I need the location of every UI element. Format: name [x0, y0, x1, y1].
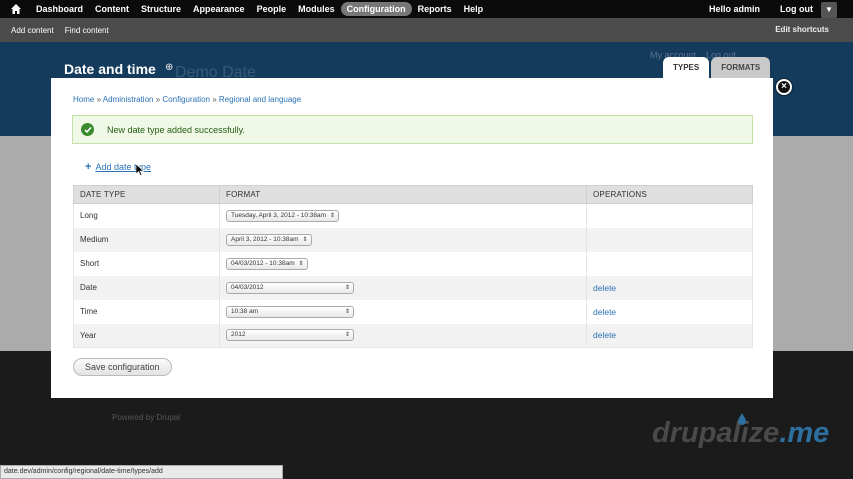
column-header-format: FORMAT [219, 185, 587, 204]
shortcut-add-content[interactable]: Add content [11, 26, 54, 35]
format-select[interactable]: 10:38 am ⇕ [226, 305, 354, 318]
format-select[interactable]: Tuesday, April 3, 2012 - 10:38am ⇕ [226, 209, 340, 222]
menu-item-configuration[interactable]: Configuration [340, 2, 412, 16]
menu-item-reports[interactable]: Reports [412, 2, 458, 16]
shortcuts-bar: Add content Find content Edit shortcuts [0, 18, 853, 42]
date-type-cell: Short [73, 251, 220, 276]
shortcut-find-content[interactable]: Find content [65, 26, 109, 35]
table-row: Time 10:38 am ⇕ delete [73, 299, 753, 324]
menu-item-content[interactable]: Content [89, 2, 135, 16]
breadcrumb-administration[interactable]: Administration [103, 95, 154, 104]
status-message-text: New date type added successfully. [107, 124, 245, 135]
menu-item-dashboard[interactable]: Dashboard [30, 2, 89, 16]
format-select[interactable]: 04/03/2012 ⇕ [226, 281, 354, 294]
format-select[interactable]: April 3, 2012 - 10:38am ⇕ [226, 233, 312, 246]
mouse-cursor-icon [136, 164, 144, 176]
page-title: Date and time [64, 61, 156, 77]
select-arrows-icon: ⇕ [344, 284, 350, 291]
powered-by-text: Powered by Drupal [112, 413, 181, 422]
table-row: Medium April 3, 2012 - 10:38am ⇕ [73, 227, 753, 252]
save-configuration-button[interactable]: Save configuration [73, 358, 172, 376]
table-row: Date 04/03/2012 ⇕ delete [73, 275, 753, 300]
status-message: New date type added successfully. [72, 115, 753, 144]
menu-item-people[interactable]: People [251, 2, 293, 16]
chevron-down-icon: ▼ [825, 5, 833, 14]
plus-icon: + [85, 161, 92, 173]
admin-toolbar: Dashboard Content Structure Appearance P… [0, 0, 853, 18]
delete-link[interactable]: delete [593, 307, 616, 317]
select-arrows-icon: ⇕ [344, 308, 350, 315]
format-select[interactable]: 2012 ⇕ [226, 329, 354, 342]
tab-types[interactable]: TYPES [663, 57, 710, 78]
delete-link[interactable]: delete [593, 283, 616, 293]
table-row: Long Tuesday, April 3, 2012 - 10:38am ⇕ [73, 203, 753, 228]
overlay-dialog: Home » Administration » Configuration » … [51, 78, 773, 398]
edit-shortcuts-link[interactable]: Edit shortcuts [775, 25, 829, 34]
select-arrows-icon: ⇕ [330, 212, 336, 219]
select-arrows-icon: ⇕ [302, 236, 308, 243]
date-type-cell: Medium [73, 227, 220, 252]
add-shortcut-icon[interactable]: ⊕ [165, 62, 173, 73]
drop-icon [738, 413, 746, 425]
tab-formats[interactable]: FORMATS [711, 57, 771, 78]
table-row: Year 2012 ⇕ delete [73, 323, 753, 348]
date-type-cell: Date [73, 275, 220, 300]
close-icon[interactable]: × [776, 79, 792, 95]
toolbar-logout-link[interactable]: Log out [780, 4, 813, 14]
breadcrumb-home[interactable]: Home [73, 95, 94, 104]
select-arrows-icon: ⇕ [344, 332, 350, 339]
admin-menu: Dashboard Content Structure Appearance P… [30, 0, 489, 18]
date-type-cell: Year [73, 323, 220, 348]
browser-status-bar: date.dev/admin/config/regional/date-time… [0, 465, 283, 479]
menu-item-help[interactable]: Help [458, 2, 490, 16]
greeting-link[interactable]: Hello admin [709, 4, 760, 14]
format-select[interactable]: 04/03/2012 - 10:38am ⇕ [226, 257, 308, 270]
home-icon[interactable] [10, 3, 22, 15]
delete-link[interactable]: delete [593, 330, 616, 340]
column-header-operations: OPERATIONS [586, 185, 753, 204]
date-type-cell: Long [73, 203, 220, 228]
breadcrumb-regional[interactable]: Regional and language [219, 95, 301, 104]
breadcrumb: Home » Administration » Configuration » … [73, 95, 302, 104]
check-icon [81, 123, 94, 136]
date-type-cell: Time [73, 299, 220, 324]
column-header-date-type: DATE TYPE [73, 185, 220, 204]
menu-item-modules[interactable]: Modules [292, 2, 341, 16]
select-arrows-icon: ⇕ [298, 260, 304, 267]
overlay-tabs: TYPES FORMATS [663, 57, 772, 78]
breadcrumb-configuration[interactable]: Configuration [162, 95, 210, 104]
toolbar-drawer-toggle[interactable]: ▼ [821, 2, 837, 18]
table-row: Short 04/03/2012 - 10:38am ⇕ [73, 251, 753, 276]
date-types-table: DATE TYPE FORMAT OPERATIONS Long Tuesday… [73, 185, 753, 348]
menu-item-structure[interactable]: Structure [135, 2, 187, 16]
menu-item-appearance[interactable]: Appearance [187, 2, 251, 16]
